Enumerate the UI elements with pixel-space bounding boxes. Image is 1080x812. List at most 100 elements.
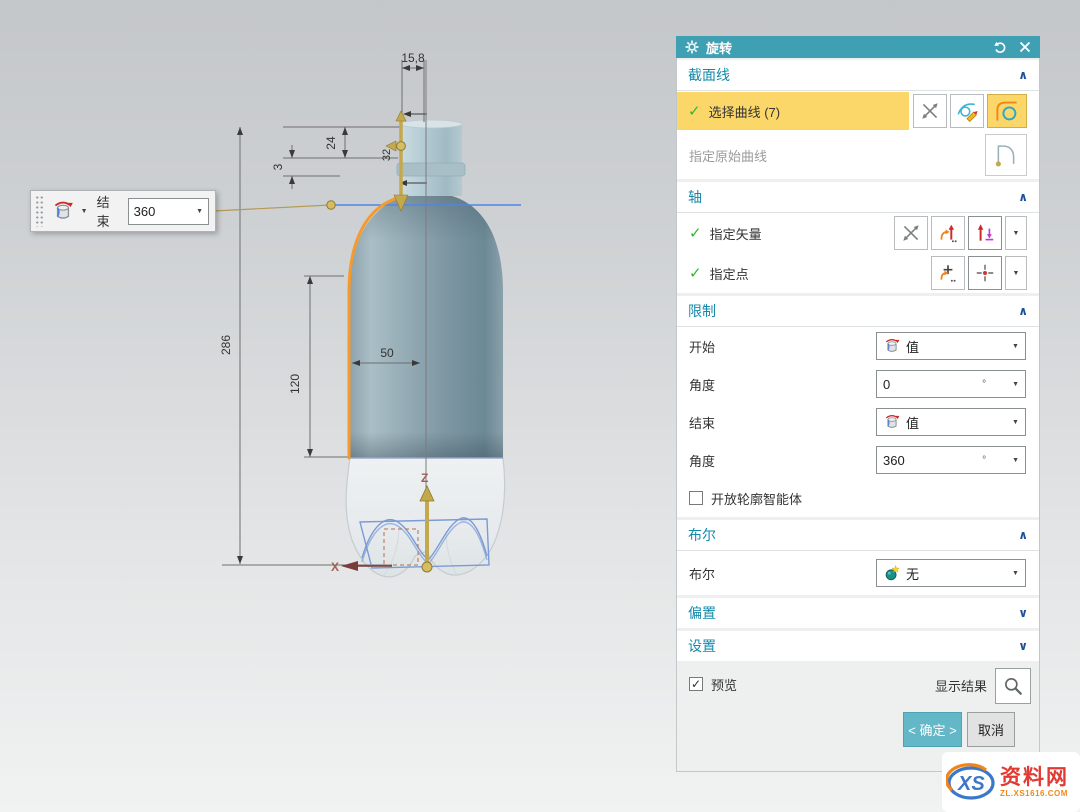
chevron-up-icon[interactable]: ∧ xyxy=(1018,528,1028,542)
cross-arrows-icon xyxy=(900,222,922,244)
boolean-value: 无 xyxy=(906,564,919,583)
handle-leader-line xyxy=(214,205,330,211)
reset-button[interactable] xyxy=(993,40,1007,54)
vector-method-combo[interactable] xyxy=(968,216,1002,250)
dropdown-caret-icon: ▼ xyxy=(196,208,203,215)
end-angle-input[interactable]: 360 ° ▼ xyxy=(876,446,1026,474)
revolve-value-icon xyxy=(883,337,901,355)
section-header-settings[interactable]: 设置 ∨ xyxy=(677,631,1039,661)
watermark-logo: XS xyxy=(946,759,998,805)
specify-point-row: ✓ 指定点 xyxy=(677,253,1039,293)
origin-curve-label: 指定原始曲线 xyxy=(689,146,767,165)
revolve-value-icon xyxy=(883,413,901,431)
check-icon: ✓ xyxy=(689,224,702,242)
dropdown-caret-icon: ▼ xyxy=(1012,343,1019,350)
vector-method-caret-button[interactable]: ▼ xyxy=(1005,216,1027,250)
end-angle-label: 角度 xyxy=(689,451,715,470)
group-section-line: 截面线 ∧ ✓ 选择曲线 (7) xyxy=(677,60,1039,179)
chevron-up-icon[interactable]: ∧ xyxy=(1018,68,1028,82)
point-method-caret-button[interactable]: ▼ xyxy=(1005,256,1027,290)
end-angle-value: 360 xyxy=(883,453,905,468)
open-profile-label: 开放轮廓智能体 xyxy=(711,489,802,508)
specify-point-label: 指定点 xyxy=(710,264,749,283)
group-boolean: 布尔 ∧ 布尔 无 ▼ xyxy=(677,520,1039,595)
origin-curve-row: 指定原始曲线 xyxy=(677,131,1039,179)
specify-vector-label: 指定矢量 xyxy=(710,224,762,243)
end-angle-value: 360 xyxy=(134,204,156,219)
ok-button[interactable]: < 确定 > xyxy=(903,712,962,747)
dropdown-caret-icon: ▼ xyxy=(1012,457,1019,464)
select-curve-active-field[interactable]: ✓ 选择曲线 (7) xyxy=(677,92,909,130)
group-settings: 设置 ∨ xyxy=(677,631,1039,661)
check-icon: ✓ xyxy=(691,677,701,691)
start-angle-input[interactable]: 0 ° ▼ xyxy=(876,370,1026,398)
start-label: 开始 xyxy=(689,337,715,356)
section-title: 截面线 xyxy=(688,65,730,85)
curve-select-button-active[interactable] xyxy=(987,94,1027,128)
magnifier-icon xyxy=(1002,675,1024,697)
preview-checkbox[interactable]: ✓ xyxy=(689,677,703,691)
dialog-footer: ✓ 预览 显示结果 < 确定 > 取消 xyxy=(677,664,1039,758)
boolean-none-icon xyxy=(883,564,901,582)
start-angle-row: 角度 0 ° ▼ xyxy=(677,365,1039,403)
axis-label-x: X xyxy=(331,560,339,574)
origin-handle-ball[interactable] xyxy=(422,562,432,572)
end-angle-input[interactable]: 360 ▼ xyxy=(128,198,209,225)
boolean-dropdown[interactable]: 无 ▼ xyxy=(876,559,1026,587)
sketch-section-button[interactable] xyxy=(950,94,984,128)
select-curve-row: ✓ 选择曲线 (7) xyxy=(677,91,1039,131)
section-title: 轴 xyxy=(688,187,702,207)
section-header-section-line[interactable]: 截面线 ∧ xyxy=(677,60,1039,91)
degree-unit: ° xyxy=(982,455,986,466)
boolean-row: 布尔 无 ▼ xyxy=(677,551,1039,595)
bottle-neck-solid[interactable] xyxy=(397,120,465,196)
close-button[interactable] xyxy=(1019,41,1031,53)
dialog-titlebar[interactable]: 旋转 xyxy=(676,36,1040,58)
start-type-value: 值 xyxy=(906,337,919,356)
dim-overall-height: 286 xyxy=(219,335,233,355)
dim-body-height: 120 xyxy=(288,374,302,394)
chevron-down-icon[interactable]: ∨ xyxy=(1018,639,1028,653)
dropdown-caret-icon: ▼ xyxy=(1013,270,1020,277)
section-header-boolean[interactable]: 布尔 ∧ xyxy=(677,520,1039,551)
open-profile-checkbox[interactable] xyxy=(689,491,703,505)
dim-radius: 50 xyxy=(380,346,394,360)
section-header-axis[interactable]: 轴 ∧ xyxy=(677,182,1039,213)
vector-deselect-button[interactable] xyxy=(894,216,928,250)
toolbar-grip-handle[interactable] xyxy=(35,195,44,227)
show-result-label: 显示结果 xyxy=(935,676,987,695)
select-curve-label: 选择曲线 (7) xyxy=(709,102,781,121)
dim-flange: 3 xyxy=(271,163,285,170)
origin-curve-icon xyxy=(992,141,1020,169)
section-header-limits[interactable]: 限制 ∧ xyxy=(677,296,1039,327)
chevron-down-icon[interactable]: ∨ xyxy=(1018,606,1028,620)
point-method-combo[interactable] xyxy=(968,256,1002,290)
deselect-all-button[interactable] xyxy=(913,94,947,128)
section-title: 限制 xyxy=(688,301,716,321)
watermark-site-name: 资料网 xyxy=(1000,767,1069,789)
section-title: 设置 xyxy=(688,636,716,656)
chevron-up-icon[interactable]: ∧ xyxy=(1018,190,1028,204)
group-limits: 限制 ∧ 开始 xyxy=(677,296,1039,517)
application-window: 15,8 24 3 286 120 50 32 X xyxy=(0,0,1080,812)
dropdown-caret-icon: ▼ xyxy=(1012,419,1019,426)
chevron-up-icon[interactable]: ∧ xyxy=(1018,304,1028,318)
start-type-dropdown[interactable]: 值 ▼ xyxy=(876,332,1026,360)
section-header-offset[interactable]: 偏置 ∨ xyxy=(677,598,1039,628)
vector-dialog-button[interactable] xyxy=(931,216,965,250)
gear-icon xyxy=(685,40,699,54)
group-axis: 轴 ∧ ✓ 指定矢量 xyxy=(677,182,1039,293)
cross-arrows-icon xyxy=(919,100,941,122)
cancel-button[interactable]: 取消 xyxy=(967,712,1015,747)
point-dialog-button[interactable] xyxy=(931,256,965,290)
drag-handle-ball[interactable] xyxy=(327,201,335,209)
show-result-button[interactable] xyxy=(995,668,1031,704)
limit-type-dropdown-button[interactable]: ▼ xyxy=(48,197,91,225)
watermark-logo-text: XS xyxy=(957,773,985,795)
point-symbol-icon xyxy=(974,262,996,284)
sketch-section-icon xyxy=(956,100,978,122)
end-type-dropdown[interactable]: 值 ▼ xyxy=(876,408,1026,436)
start-type-row: 开始 值 ▼ xyxy=(677,327,1039,365)
origin-curve-button[interactable] xyxy=(985,134,1027,176)
check-icon: ✓ xyxy=(689,264,702,282)
